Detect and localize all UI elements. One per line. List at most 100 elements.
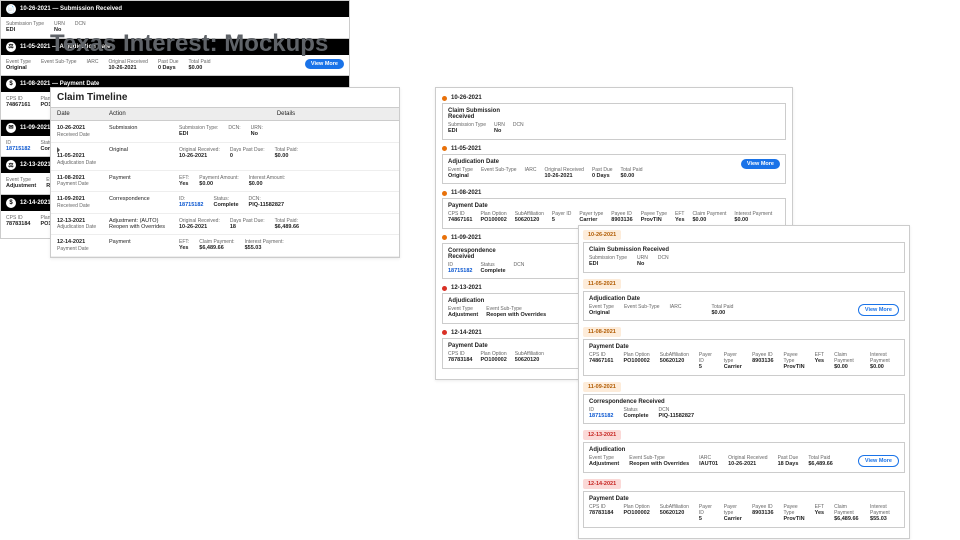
card-icon: ✉ <box>6 123 16 133</box>
kv-value: Complete <box>623 413 648 420</box>
timeline-date: 10-26-2021 <box>451 95 482 101</box>
kv-value: No <box>494 128 505 135</box>
kv-value: ProvTIN <box>784 516 805 523</box>
timeline-date: 12-14-2021 <box>451 330 482 336</box>
kv-label: Claim Payment <box>834 352 860 364</box>
timeline-item: 12-13-2021 AdjudicationEvent TypeAdjustm… <box>583 430 905 473</box>
kv-value: 5 <box>552 217 571 224</box>
kv-value: $0.00 <box>834 364 860 371</box>
kv-value: 74867161 <box>6 102 30 109</box>
kv-value[interactable]: 18715182 <box>179 202 203 209</box>
kv-value: $0.00 <box>870 364 899 371</box>
kv-value[interactable]: 18715182 <box>6 146 30 153</box>
kv-value: Complete <box>213 202 238 209</box>
kv-value[interactable]: 18715182 <box>448 268 472 275</box>
view-more-button[interactable]: View More <box>305 59 344 69</box>
date-pill: 11-05-2021 <box>583 279 621 289</box>
kv-label: Interest Payment <box>870 352 899 364</box>
th-action: Action <box>103 108 173 120</box>
kv-value: Yes <box>675 217 684 224</box>
kv-label: Event Sub-Type <box>481 167 517 173</box>
status-dot-icon <box>442 96 447 101</box>
kv-value: $55.03 <box>870 516 899 523</box>
card-title: Claim Submission Received <box>589 247 899 253</box>
view-more-button[interactable]: View More <box>858 304 899 316</box>
kv-label: DCN: <box>228 125 240 131</box>
kv-label: DCN <box>513 122 524 128</box>
kv-value: 0 Days <box>592 173 613 180</box>
table-header-row: Date Action Details <box>51 107 399 121</box>
kv-value: 18 Days <box>778 461 799 468</box>
kv-value: Complete <box>480 268 505 275</box>
table-row: 11-08-2021Payment Date Payment EFT:YesPa… <box>51 171 399 193</box>
timeline-item: 10-26-2021 Claim Submission ReceivedSubm… <box>583 230 905 273</box>
kv-value: $6,489.66 <box>275 224 299 231</box>
timeline-item: 10-26-2021 Claim Submission ReceivedSubm… <box>442 95 786 140</box>
kv-label: IARC <box>670 304 682 310</box>
view-more-button[interactable]: View More <box>741 159 780 169</box>
card-icon: $ <box>6 79 16 89</box>
kv-label: Interest Payment <box>870 504 899 516</box>
kv-value: 74867161 <box>448 217 472 224</box>
kv-value: 78783184 <box>589 510 613 517</box>
kv-value[interactable]: 18715182 <box>589 413 613 420</box>
timeline-item: 11-08-2021 Payment DateCPS ID74867161Pla… <box>583 327 905 376</box>
view-more-button[interactable]: View More <box>858 455 899 467</box>
expand-caret-icon[interactable] <box>57 147 60 153</box>
kv-value: Adjustment <box>448 312 478 319</box>
timeline-item: 11-05-2021 Adjudication DateEvent TypeOr… <box>583 279 905 322</box>
kv-value: IAUT01 <box>699 461 718 468</box>
kv-value: 78783184 <box>448 357 472 364</box>
kv-value: No <box>251 131 263 138</box>
card-icon: ⚖ <box>6 160 16 170</box>
th-details: Details <box>173 108 399 120</box>
kv-value: $0.00 <box>275 153 298 160</box>
kv-value: $6,489.66 <box>808 461 832 468</box>
kv-value: Adjustment <box>6 183 36 190</box>
kv-label: DCN <box>658 255 669 261</box>
kv-value: Yes <box>179 181 189 188</box>
kv-value: $0.00 <box>199 181 238 188</box>
card-title: Adjudication Date <box>589 296 899 302</box>
timeline-date: 11-05-2021 <box>451 146 481 152</box>
kv-label: Event Sub-Type <box>624 304 660 310</box>
timeline-item: 12-14-2021 Payment DateCPS ID78783184Pla… <box>583 479 905 528</box>
card-title: Claim Submission Received <box>448 108 512 120</box>
kv-value: EDI <box>448 128 486 135</box>
kv-value: EDI <box>589 261 627 268</box>
timeline-item: 11-09-2021 Correspondence ReceivedID1871… <box>583 382 905 425</box>
card-title: Correspondence Received <box>589 399 899 405</box>
timeline-date: 11-08-2021 <box>451 190 481 196</box>
kv-value: 50620120 <box>660 358 689 365</box>
date-pill: 12-14-2021 <box>583 479 621 489</box>
kv-value: 50620120 <box>515 357 544 364</box>
date-pill: 11-09-2021 <box>583 382 621 392</box>
timeline-date: 11-09-2021 <box>451 235 481 241</box>
status-dot-icon <box>442 146 447 151</box>
kv-value: $0.00 <box>621 173 643 180</box>
card-title: Payment Date <box>448 343 512 349</box>
kv-value: 18 <box>230 224 265 231</box>
kv-value: $0.00 <box>249 181 285 188</box>
kv-value: 78783184 <box>6 221 30 228</box>
kv-value: 50620120 <box>515 217 544 224</box>
kv-value: $0.00 <box>711 310 733 317</box>
kv-value: ProvTIN <box>641 217 667 224</box>
table-row: 12-13-2021Adjudication Date Adjustment: … <box>51 214 399 236</box>
kv-value: 10-26-2021 <box>544 173 583 180</box>
kv-value: Carrier <box>724 364 742 371</box>
kv-value: $0.00 <box>189 65 211 72</box>
kv-value: $0.00 <box>693 217 727 224</box>
timeline-item: 11-05-2021 Adjudication DateEvent TypeOr… <box>442 146 786 185</box>
status-dot-icon <box>442 330 447 335</box>
kv-value: $6,489.66 <box>199 245 234 252</box>
kv-label: IARC <box>87 59 99 65</box>
kv-value: EDI <box>6 27 44 34</box>
card-icon: $ <box>6 198 16 208</box>
kv-value: ProvTIN <box>784 364 805 371</box>
panel-table: Claim Timeline Date Action Details 10-26… <box>50 87 400 258</box>
date-pill: 12-13-2021 <box>583 430 621 440</box>
card-title: Adjudication <box>589 447 899 453</box>
timeline-date: 12-13-2021 <box>451 285 482 291</box>
kv-value: $0.00 <box>734 217 772 224</box>
